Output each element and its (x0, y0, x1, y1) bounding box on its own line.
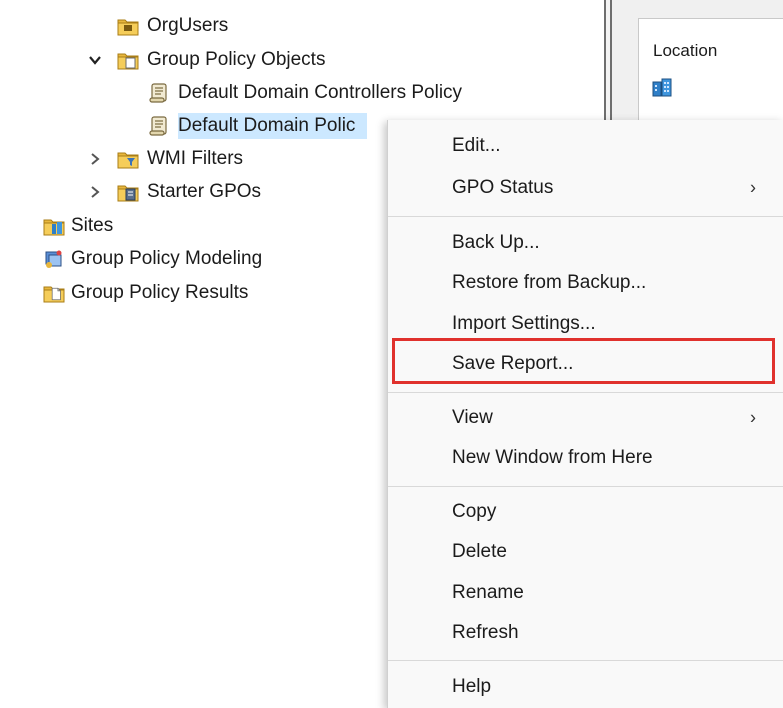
menu-item-label: Save Report... (452, 353, 574, 374)
tree-node-label: WMI Filters (147, 148, 244, 169)
chevron-right-icon[interactable] (86, 183, 104, 201)
menu-item-label: Import Settings... (452, 313, 596, 334)
menu-item-label: Refresh (452, 622, 519, 643)
menu-item-back-up[interactable]: Back Up... (388, 225, 783, 261)
location-header: Location (653, 41, 718, 60)
menu-item-edit[interactable]: Edit... (388, 128, 783, 164)
wmi-filter-folder-icon (117, 148, 139, 170)
menu-item-new-window-from-here[interactable]: New Window from Here (388, 440, 783, 476)
tree-node-wmi-filters[interactable]: WMI Filters (117, 143, 243, 175)
tree-node-label: Starter GPOs (147, 181, 262, 202)
menu-item-view[interactable]: View › (388, 400, 783, 436)
menu-separator (388, 392, 783, 393)
tree-node-orgusers[interactable]: OrgUsers (117, 10, 228, 42)
menu-item-label: Delete (452, 541, 507, 562)
tree-node-sites[interactable]: Sites (43, 210, 113, 242)
menu-item-label: New Window from Here (452, 447, 653, 468)
tree-node-starter-gpos[interactable]: Starter GPOs (117, 176, 261, 208)
menu-item-import-settings[interactable]: Import Settings... (388, 306, 783, 342)
menu-item-label: GPO Status (452, 177, 554, 198)
menu-item-copy[interactable]: Copy (388, 494, 783, 530)
menu-item-label: Restore from Backup... (452, 272, 647, 293)
tree-node-group-policy-modeling[interactable]: Group Policy Modeling (43, 243, 262, 275)
context-menu: Edit... GPO Status › Back Up... Restore … (387, 120, 783, 708)
menu-item-gpo-status[interactable]: GPO Status › (388, 170, 783, 206)
starter-gpo-folder-icon (117, 181, 139, 203)
pane-splitter[interactable] (604, 0, 612, 125)
tree-node-label: Sites (71, 215, 114, 236)
menu-item-label: Help (452, 676, 492, 697)
gpo-folder-icon (117, 49, 139, 71)
menu-item-label: Back Up... (452, 232, 540, 253)
menu-item-label: Copy (452, 501, 497, 522)
menu-item-delete[interactable]: Delete (388, 534, 783, 570)
tree-node-label: OrgUsers (147, 15, 229, 36)
tree-node-label: Default Domain Polic (178, 113, 368, 139)
menu-item-label: View (452, 407, 493, 428)
sites-icon (43, 215, 65, 237)
menu-item-save-report[interactable]: Save Report... (388, 346, 783, 382)
menu-item-label: Edit... (452, 135, 501, 156)
tree-node-default-domain-policy[interactable]: Default Domain Polic (148, 110, 368, 142)
gpo-icon (148, 82, 170, 104)
domain-icon (651, 76, 673, 98)
menu-item-refresh[interactable]: Refresh (388, 615, 783, 651)
details-pane: Location (612, 0, 783, 130)
gp-results-icon (43, 282, 65, 304)
menu-item-restore-from-backup[interactable]: Restore from Backup... (388, 265, 783, 301)
chevron-right-icon[interactable] (86, 150, 104, 168)
menu-item-help[interactable]: Help (388, 669, 783, 705)
gpo-icon (148, 115, 170, 137)
chevron-down-icon[interactable] (86, 51, 104, 69)
submenu-arrow-icon: › (750, 177, 756, 198)
tree-node-label: Group Policy Modeling (71, 248, 263, 269)
tree-node-group-policy-results[interactable]: Group Policy Results (43, 277, 248, 309)
menu-item-label: Rename (452, 582, 524, 603)
tree-node-group-policy-objects[interactable]: Group Policy Objects (117, 44, 325, 76)
ou-folder-icon (117, 15, 139, 37)
tree-node-label: Group Policy Objects (147, 49, 326, 70)
tree-node-default-domain-controllers-policy[interactable]: Default Domain Controllers Policy (148, 77, 462, 109)
tree-node-label: Default Domain Controllers Policy (178, 82, 463, 103)
menu-separator (388, 486, 783, 487)
submenu-arrow-icon: › (750, 407, 756, 428)
menu-separator (388, 660, 783, 661)
location-panel: Location (638, 18, 783, 130)
gp-modeling-icon (45, 250, 62, 268)
menu-separator (388, 216, 783, 217)
tree-node-label: Group Policy Results (71, 282, 249, 303)
menu-item-rename[interactable]: Rename (388, 575, 783, 611)
